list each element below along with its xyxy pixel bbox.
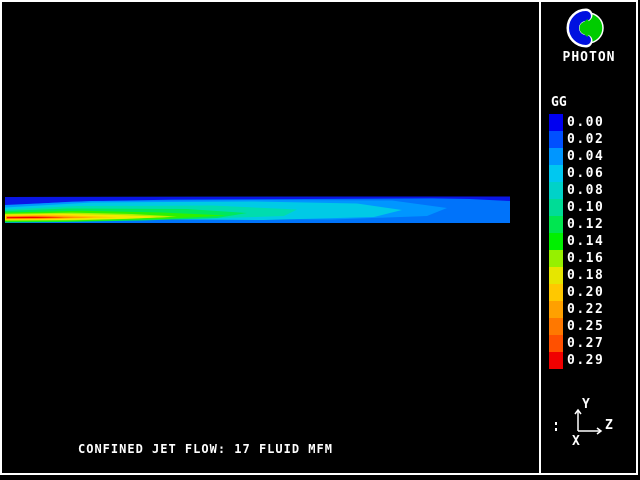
legend-entry: 0.22 <box>549 301 604 318</box>
legend-value-label: 0.20 <box>567 285 605 300</box>
legend-color-swatch <box>549 114 563 131</box>
photon-logo-icon <box>566 8 604 48</box>
legend-color-swatch <box>549 216 563 233</box>
legend-entry: 0.10 <box>549 199 604 216</box>
brand-label: PHOTON <box>562 50 616 65</box>
legend-value-label: 0.29 <box>567 353 605 368</box>
viewport-border <box>0 0 638 475</box>
legend-entry: 0.00 <box>549 114 604 131</box>
legend-value-label: 0.16 <box>567 251 605 266</box>
legend-entry: 0.08 <box>549 182 604 199</box>
legend-value-label: 0.12 <box>567 217 605 232</box>
legend-value-label: 0.27 <box>567 336 605 351</box>
legend-entry: 0.06 <box>549 165 604 182</box>
legend-entry: 0.18 <box>549 267 604 284</box>
legend-value-label: 0.25 <box>567 319 605 334</box>
legend-value-label: 0.02 <box>567 132 605 147</box>
legend-entry: 0.12 <box>549 216 604 233</box>
legend-entry: 0.16 <box>549 250 604 267</box>
legend-value-label: 0.00 <box>567 115 605 130</box>
legend-value-label: 0.04 <box>567 149 605 164</box>
legend-value-label: 0.10 <box>567 200 605 215</box>
legend-color-swatch <box>549 233 563 250</box>
legend-entry: 0.02 <box>549 131 604 148</box>
legend-color-swatch <box>549 352 563 369</box>
legend-color-swatch <box>549 165 563 182</box>
jet-contour-plot <box>5 196 510 223</box>
legend-color-swatch <box>549 250 563 267</box>
legend-color-swatch <box>549 148 563 165</box>
legend-entries: 0.00 0.02 0.04 0.06 0.08 0.10 0.12 0.14 0.16 0.18… <box>549 114 604 369</box>
legend-entry: 0.14 <box>549 233 604 250</box>
axis-triad-icon <box>555 408 603 435</box>
legend-color-swatch <box>549 182 563 199</box>
photon-window: CONFINED JET FLOW: 17 FLUID MFM PHOTON G… <box>0 0 640 480</box>
legend-value-label: 0.14 <box>567 234 605 249</box>
legend-value-label: 0.22 <box>567 302 605 317</box>
plot-title: CONFINED JET FLOW: 17 FLUID MFM <box>78 442 333 456</box>
legend-title: GG <box>551 95 567 110</box>
legend-entry: 0.20 <box>549 284 604 301</box>
legend-color-swatch <box>549 199 563 216</box>
legend-entry: 0.29 <box>549 352 604 369</box>
legend-value-label: 0.06 <box>567 166 605 181</box>
legend-entry: 0.27 <box>549 335 604 352</box>
legend-color-swatch <box>549 301 563 318</box>
legend-color-swatch <box>549 318 563 335</box>
sidebar-divider <box>539 0 541 475</box>
legend-entry: 0.04 <box>549 148 604 165</box>
legend-color-swatch <box>549 267 563 284</box>
legend-color-swatch <box>549 131 563 148</box>
legend-color-swatch <box>549 335 563 352</box>
legend-value-label: 0.18 <box>567 268 605 283</box>
legend-entry: 0.25 <box>549 318 604 335</box>
legend-value-label: 0.08 <box>567 183 605 198</box>
legend-color-swatch <box>549 284 563 301</box>
